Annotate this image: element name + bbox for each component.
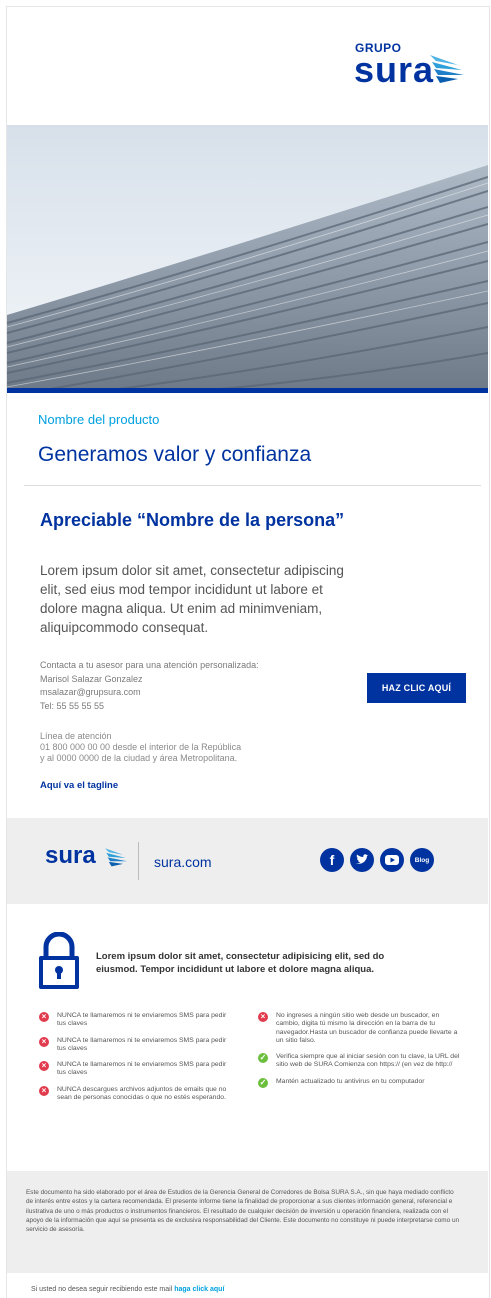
hero-image [7,125,488,393]
unsubscribe-link[interactable]: haga click aquí [174,1286,224,1293]
tagline: Aquí va el tagline [40,780,119,791]
x-icon: × [258,1012,268,1022]
cta-button[interactable]: HAZ CLIC AQUÍ [367,673,466,703]
check-icon: ✓ [258,1053,268,1064]
advisor-phone: Tel: 55 55 55 55 [40,700,105,711]
list-item: × NUNCA te llamaremos ni te enviaremos SM… [39,1012,231,1029]
grupo-sura-logo[interactable]: GRUPO sura [308,37,468,97]
disclaimer-text: Este documento ha sido elaborado por el … [26,1189,460,1234]
x-icon: × [39,1085,49,1096]
list-item: × NUNCA descargues archivos adjuntos de e… [39,1085,231,1103]
security-list-right: × No ingreses a ningún sitio web desde un… [258,1012,463,1094]
x-icon: × [39,1036,49,1047]
body-paragraph: Lorem ipsum dolor sit amet, consectetur … [40,563,344,635]
security-list-left: × NUNCA te llamaremos ni te enviaremos SM… [39,1012,231,1110]
blog-icon[interactable]: Blog [410,848,434,872]
check-icon: ✓ [258,1077,268,1088]
advisor-contact: Contacta a tu asesor para una atención p… [40,659,259,713]
sura-wing-icon [430,55,464,83]
attention-title: Línea de atención [40,731,112,741]
email-header: GRUPO sura [7,7,488,125]
metal-roof-photo [7,125,488,393]
section-divider [24,485,481,486]
twitter-icon[interactable] [350,848,374,872]
list-item: × NUNCA te llamaremos ni te enviaremos SM… [39,1061,231,1078]
attention-line2: y al 0000 0000 de la ciudad y área Metro… [40,753,238,763]
hero-accent-bar [7,388,488,393]
greeting: Apreciable “Nombre de la persona” [40,510,345,530]
attention-line: Línea de atención 01 800 000 00 00 desde… [40,731,241,764]
youtube-icon[interactable] [380,848,404,872]
unsubscribe-text: Si usted no desea seguir recibiendo este… [31,1286,173,1293]
social-footer: sura sura.com f Blog [7,818,488,904]
footer-sura-logo[interactable]: sura [45,842,96,870]
advisor-name: Marisol Salazar Gonzalez [40,673,143,684]
headline: Generamos valor y confianza [38,443,312,466]
contact-intro: Contacta a tu asesor para una atención p… [40,660,259,670]
lock-icon [39,932,79,989]
list-item: ✓ Mantén actualizado tu antivirus en tu c… [258,1077,425,1088]
security-heading: Lorem ipsum dolor sit amet, consectetur … [96,951,385,975]
footer-site-link[interactable]: sura.com [154,854,212,870]
advisor-email[interactable]: msalazar@grupsura.com [40,686,259,700]
attention-line1: 01 800 000 00 00 desde el interior de la… [40,742,242,752]
sura-wing-icon [105,848,127,867]
facebook-icon[interactable]: f [320,848,344,872]
list-item: × No ingreses a ningún sitio web desde un… [258,1012,463,1045]
footer-separator [138,842,139,880]
x-icon: × [39,1012,49,1022]
email-page: GRUPO sura Nombre del producto Generamos… [0,0,491,1298]
list-item: ✓ Verifica siempre que al iniciar sesión … [258,1053,460,1069]
product-name: Nombre del producto [38,412,160,427]
logo-sura-text: sura [354,49,435,90]
unsubscribe-line: Si usted no desea seguir recibiendo este… [31,1286,224,1293]
x-icon: × [39,1061,49,1072]
list-item: × NUNCA te llamaremos ni te enviaremos SM… [39,1036,231,1054]
